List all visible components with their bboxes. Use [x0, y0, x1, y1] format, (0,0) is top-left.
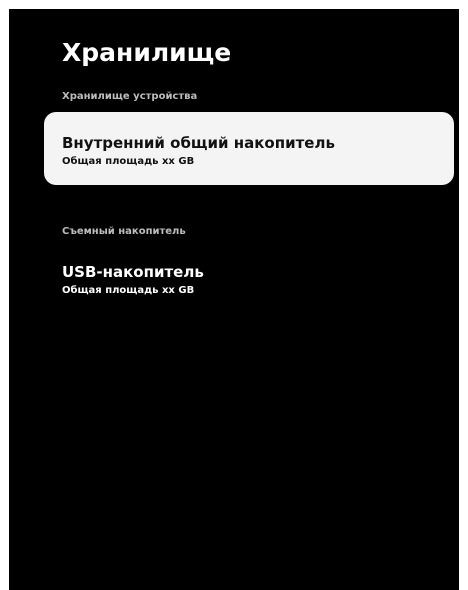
- usb-storage-capacity: Общая площадь xx GB: [62, 285, 195, 296]
- storage-screen: Хранилище Хранилище устройства Внутренни…: [9, 9, 459, 590]
- section-header-removable-storage: Съемный накопитель: [62, 226, 186, 237]
- usb-storage-item[interactable]: USB-накопитель Общая площадь xx GB: [44, 241, 454, 314]
- internal-storage-title: Внутренний общий накопитель: [62, 134, 335, 152]
- page-title: Хранилище: [62, 38, 232, 67]
- internal-storage-capacity: Общая площадь xx GB: [62, 156, 195, 167]
- internal-storage-item[interactable]: Внутренний общий накопитель Общая площад…: [44, 112, 454, 185]
- usb-storage-title: USB-накопитель: [62, 263, 204, 281]
- section-header-device-storage: Хранилище устройства: [62, 91, 198, 102]
